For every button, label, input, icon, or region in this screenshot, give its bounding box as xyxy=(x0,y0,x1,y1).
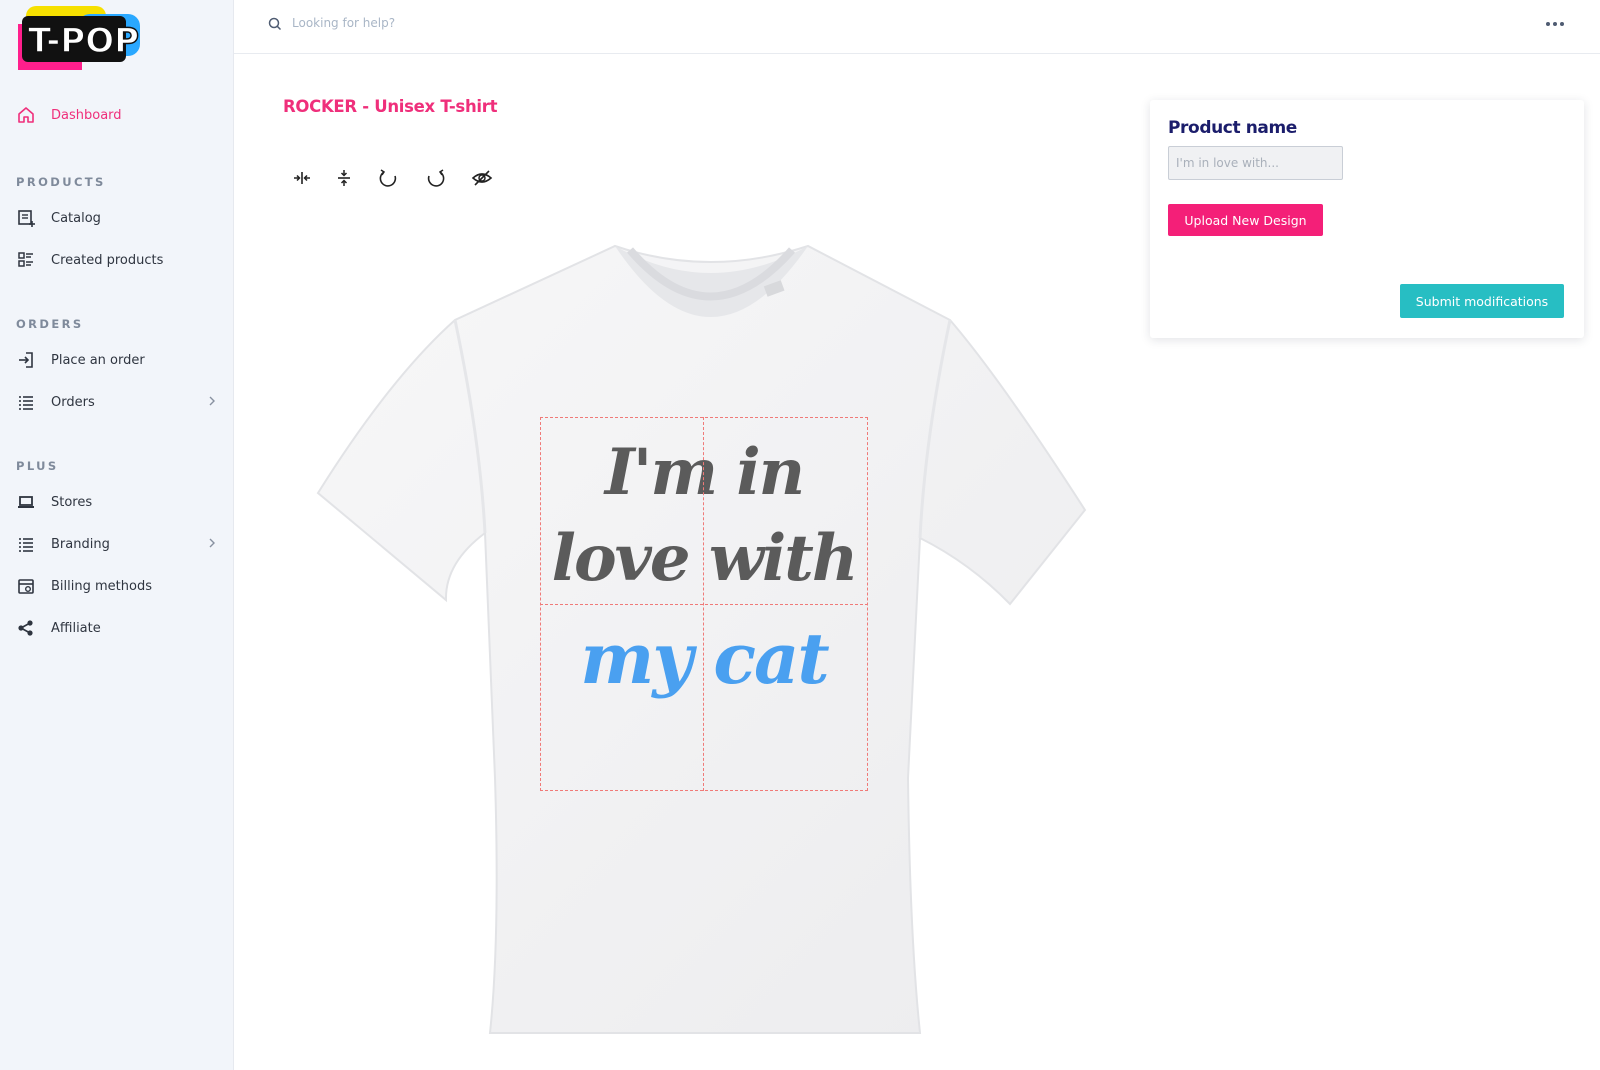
sidebar-item-orders[interactable]: Orders xyxy=(16,387,216,417)
align-horizontal-center-icon[interactable] xyxy=(288,164,316,192)
rotate-right-icon[interactable] xyxy=(422,164,450,192)
section-orders: ORDERS xyxy=(16,317,84,331)
sidebar-item-label: Dashboard xyxy=(51,107,122,123)
sidebar: T-POP Dashboard PRODUCTS Catalog Created… xyxy=(0,0,234,1070)
sidebar-item-label: Created products xyxy=(51,252,164,268)
search-input[interactable] xyxy=(292,12,692,34)
section-products: PRODUCTS xyxy=(16,175,106,189)
sidebar-item-label: Place an order xyxy=(51,352,145,368)
sidebar-item-dashboard[interactable]: Dashboard xyxy=(16,100,216,130)
billing-icon xyxy=(16,576,36,596)
horizontal-center-guide xyxy=(540,604,868,605)
product-panel: Product name Upload New Design Submit mo… xyxy=(1150,100,1584,338)
sidebar-item-created-products[interactable]: Created products xyxy=(16,245,216,275)
sidebar-item-branding[interactable]: Branding xyxy=(16,529,216,559)
rotate-left-icon[interactable] xyxy=(374,164,402,192)
sidebar-item-affiliate[interactable]: Affiliate xyxy=(16,613,216,643)
page-title: ROCKER - Unisex T-shirt xyxy=(283,97,498,116)
section-plus: PLUS xyxy=(16,459,59,473)
logo-text: T-POP xyxy=(28,21,139,61)
list-detail-icon xyxy=(16,250,36,270)
product-name-input[interactable] xyxy=(1168,146,1343,180)
sign-in-icon xyxy=(16,350,36,370)
sidebar-item-stores[interactable]: Stores xyxy=(16,487,216,517)
share-icon xyxy=(16,618,36,638)
chevron-right-icon xyxy=(208,395,216,409)
sidebar-item-label: Billing methods xyxy=(51,578,152,594)
home-icon xyxy=(16,105,36,125)
hide-icon[interactable] xyxy=(468,164,496,192)
laptop-icon xyxy=(16,492,36,512)
submit-modifications-button[interactable]: Submit modifications xyxy=(1400,284,1564,318)
search-icon xyxy=(267,16,283,32)
upload-new-design-button[interactable]: Upload New Design xyxy=(1168,204,1323,236)
sidebar-item-label: Stores xyxy=(51,494,93,510)
sidebar-item-place-order[interactable]: Place an order xyxy=(16,345,216,375)
more-horizontal-icon xyxy=(1546,22,1550,26)
sidebar-item-catalog[interactable]: Catalog xyxy=(16,203,216,233)
panel-title: Product name xyxy=(1168,118,1297,138)
chevron-right-icon xyxy=(208,537,216,551)
sidebar-item-label: Catalog xyxy=(51,210,101,226)
sidebar-item-label: Orders xyxy=(51,394,95,410)
sidebar-item-label: Branding xyxy=(51,536,110,552)
list-icon xyxy=(16,534,36,554)
sidebar-item-label: Affiliate xyxy=(51,620,101,636)
align-vertical-center-icon[interactable] xyxy=(330,164,358,192)
list-icon xyxy=(16,392,36,412)
more-options-button[interactable] xyxy=(1540,14,1570,34)
tpop-logo[interactable]: T-POP xyxy=(16,4,142,72)
sidebar-item-billing-methods[interactable]: Billing methods xyxy=(16,571,216,601)
catalog-icon xyxy=(16,208,36,228)
top-bar xyxy=(234,0,1600,54)
